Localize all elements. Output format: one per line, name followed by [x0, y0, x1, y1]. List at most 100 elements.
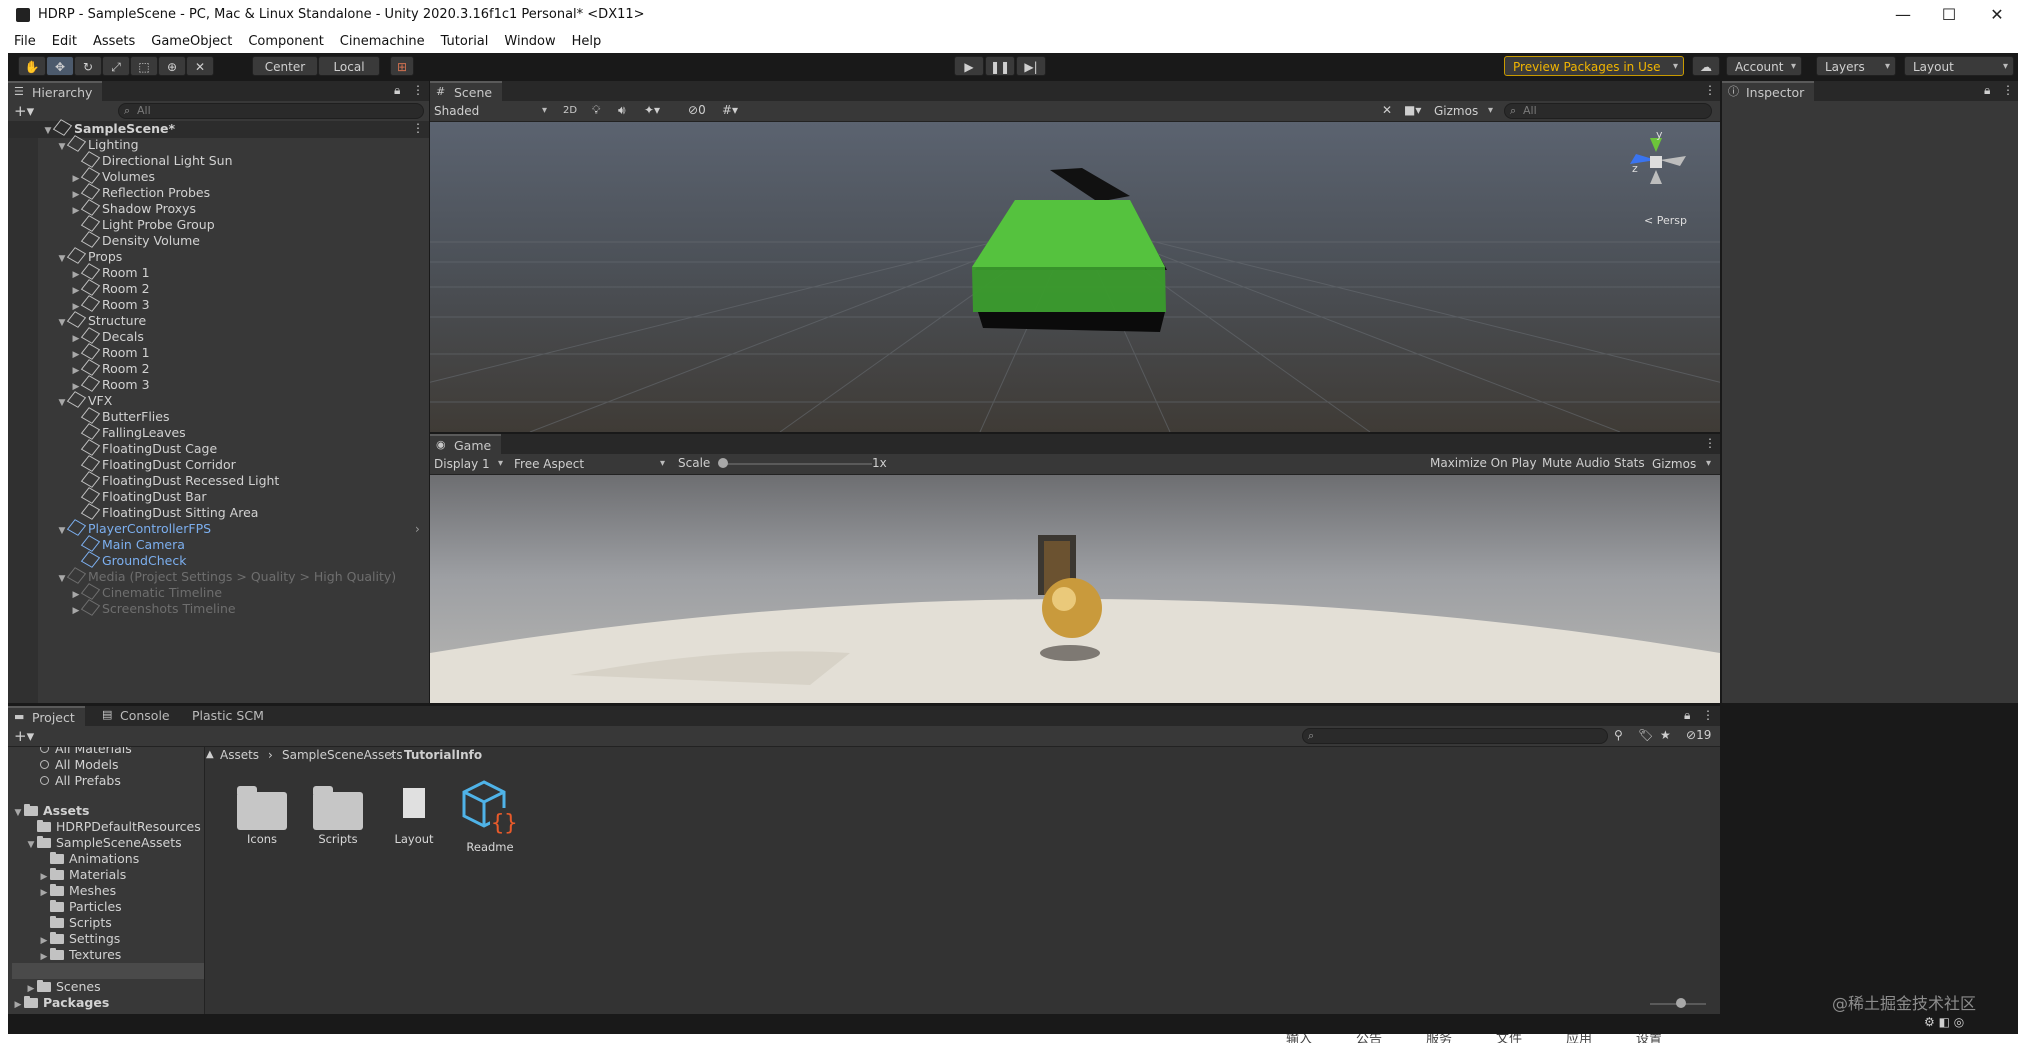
tree-item[interactable]: ▶ Scenes — [25, 979, 101, 995]
expand-arrow-icon[interactable]: ▼ — [56, 395, 68, 411]
hierarchy-item[interactable]: ▶ Cinematic Timeline — [70, 583, 222, 601]
taskbar-item[interactable]: 服务 — [1426, 1034, 1452, 1043]
tools-icon[interactable]: ✕ — [1382, 103, 1392, 117]
hierarchy-item[interactable]: FloatingDust Cage — [70, 439, 217, 457]
hierarchy-item[interactable]: Directional Light Sun — [70, 151, 233, 169]
menu-window[interactable]: Window — [496, 31, 563, 53]
scene-menu-icon[interactable]: ⋮ — [412, 121, 424, 135]
menu-gameobject[interactable]: GameObject — [143, 31, 240, 53]
tab-hierarchy[interactable]: ☰ Hierarchy — [8, 81, 103, 101]
cloud-icon[interactable]: ☁ — [1692, 56, 1720, 76]
menu-help[interactable]: Help — [564, 31, 610, 53]
expand-arrow-icon[interactable]: ▼ — [12, 805, 24, 821]
filter-label-icon[interactable]: 🏷︎ — [1638, 728, 1653, 742]
scene-gizmos-dropdown[interactable]: Gizmos — [1434, 103, 1498, 119]
expand-arrow-icon[interactable]: ▼ — [56, 139, 68, 155]
expand-arrow-icon[interactable]: ▶ — [70, 603, 82, 619]
breadcrumb-up-icon[interactable]: ▲ — [206, 749, 214, 760]
tree-item[interactable]: ▶ Settings — [38, 931, 121, 947]
layout-dropdown[interactable]: Layout — [1904, 56, 2014, 77]
2d-toggle[interactable]: 2D — [560, 103, 580, 119]
breadcrumb-assets[interactable]: Assets — [220, 748, 259, 762]
layers-dropdown[interactable]: Layers — [1816, 56, 1896, 77]
stats-toggle[interactable]: Stats — [1614, 456, 1645, 470]
expand-arrow-icon[interactable]: ▼ — [42, 123, 54, 139]
tree-item[interactable]: ▶ Meshes — [38, 883, 117, 899]
hierarchy-item[interactable]: ▶ Room 1 — [70, 343, 150, 361]
hierarchy-item[interactable]: ▼ PlayerControllerFPS — [56, 519, 211, 539]
scale-slider-thumb[interactable] — [718, 458, 728, 468]
taskbar-item[interactable]: 设置 — [1636, 1034, 1662, 1043]
hierarchy-item[interactable]: Main Camera — [70, 535, 185, 553]
hierarchy-item[interactable]: ▶ Room 3 — [70, 295, 150, 313]
taskbar-item[interactable]: 文件 — [1496, 1034, 1522, 1043]
favorite-item[interactable]: All Models — [40, 757, 119, 773]
account-dropdown[interactable]: Account — [1726, 56, 1802, 77]
icon-size-slider-thumb[interactable] — [1676, 998, 1686, 1008]
hierarchy-item[interactable]: ▼ Media (Project Settings > Quality > Hig… — [56, 567, 396, 585]
persp-label[interactable]: < Persp — [1644, 214, 1687, 227]
filter-type-icon[interactable]: ⚲ — [1614, 728, 1623, 742]
project-more-icon[interactable]: ⋮ — [1702, 708, 1714, 722]
hierarchy-item[interactable]: FloatingDust Recessed Light — [70, 471, 279, 489]
menu-cinemachine[interactable]: Cinemachine — [332, 31, 433, 53]
favorite-item[interactable]: All Materials — [40, 747, 132, 757]
taskbar-item[interactable]: 公告 — [1356, 1034, 1382, 1043]
expand-arrow-icon[interactable]: ▼ — [56, 523, 68, 539]
minimize-button[interactable]: — — [1878, 2, 1928, 28]
hierarchy-item[interactable]: ▼ Structure — [56, 311, 146, 331]
tab-project[interactable]: ▬ Project — [8, 706, 85, 726]
hierarchy-item[interactable]: Light Probe Group — [70, 215, 215, 233]
hierarchy-item[interactable]: ButterFlies — [70, 407, 169, 425]
project-search-input[interactable] — [1302, 728, 1608, 744]
maximize-button[interactable]: ☐ — [1924, 2, 1974, 28]
transform-tool-icon[interactable]: ⊕ — [158, 56, 186, 76]
expand-arrow-icon[interactable]: ▼ — [56, 315, 68, 331]
step-button[interactable]: ▶| — [1016, 56, 1046, 76]
hierarchy-item[interactable]: ▶ Decals — [70, 327, 144, 345]
tab-console[interactable]: ▤ Console — [96, 706, 180, 726]
display-dropdown[interactable]: Display 1 — [434, 456, 508, 472]
lock-icon[interactable]: 🔒︎ — [394, 83, 400, 98]
effects-toggle-icon[interactable]: ✦▾ — [644, 103, 660, 117]
rotate-tool-icon[interactable]: ↻ — [74, 56, 102, 76]
hierarchy-item[interactable]: ▶ Volumes — [70, 167, 155, 185]
orientation-gizmo[interactable] — [1616, 130, 1696, 210]
preview-packages-dropdown[interactable]: Preview Packages in Use — [1504, 56, 1684, 77]
hierarchy-item[interactable]: ▶ Reflection Probes — [70, 183, 210, 201]
scale-tool-icon[interactable]: ⤢ — [102, 56, 130, 76]
hierarchy-item[interactable]: Density Volume — [70, 231, 200, 249]
prefab-open-arrow-icon[interactable]: › — [415, 522, 420, 536]
pivot-center-button[interactable]: Center — [252, 56, 318, 76]
audio-toggle-icon[interactable]: 🔊︎ — [618, 103, 626, 118]
game-gizmos-dropdown[interactable]: Gizmos — [1652, 456, 1716, 472]
game-viewport[interactable] — [430, 475, 1720, 703]
tab-inspector[interactable]: ⓘ Inspector — [1722, 81, 1815, 101]
tree-scrollbar[interactable] — [204, 755, 205, 975]
hierarchy-item[interactable]: ▶ Room 2 — [70, 359, 150, 377]
tree-item[interactable]: Scripts — [38, 915, 112, 931]
inspector-lock-icon[interactable]: 🔒︎ — [1984, 83, 1990, 98]
hierarchy-item[interactable]: ▶ Screenshots Timeline — [70, 599, 236, 619]
hierarchy-item[interactable]: ▼ VFX — [56, 391, 112, 411]
tree-item[interactable]: Animations — [38, 851, 139, 867]
rect-tool-icon[interactable]: ⬚ — [130, 56, 158, 76]
aspect-dropdown[interactable]: Free Aspect — [514, 456, 670, 472]
hierarchy-item[interactable]: ▶ Room 1 — [70, 263, 150, 281]
game-more-icon[interactable]: ⋮ — [1704, 436, 1716, 450]
hierarchy-item[interactable]: FloatingDust Bar — [70, 487, 207, 505]
hierarchy-item[interactable]: ▶ Room 3 — [70, 375, 150, 393]
tree-item[interactable]: HDRPDefaultResources — [25, 819, 201, 835]
asset-readme[interactable]: {} Readme — [450, 778, 530, 854]
hierarchy-item[interactable]: ▶ Room 2 — [70, 279, 150, 297]
more-options-icon[interactable]: ⋮ — [412, 83, 424, 97]
tree-item[interactable]: ▶ Textures — [38, 947, 122, 963]
hierarchy-item[interactable]: GroundCheck — [70, 551, 186, 569]
hidden-packages-icon[interactable]: ⊘19 — [1686, 728, 1711, 742]
shading-dropdown[interactable]: Shaded — [434, 103, 552, 119]
menu-tutorial[interactable]: Tutorial — [433, 31, 497, 53]
taskbar-item[interactable]: 输入 — [1286, 1034, 1312, 1043]
camera-icon[interactable]: ■▾ — [1404, 103, 1421, 117]
maximize-on-play-toggle[interactable]: Maximize On Play — [1430, 456, 1537, 470]
menu-component[interactable]: Component — [240, 31, 331, 53]
